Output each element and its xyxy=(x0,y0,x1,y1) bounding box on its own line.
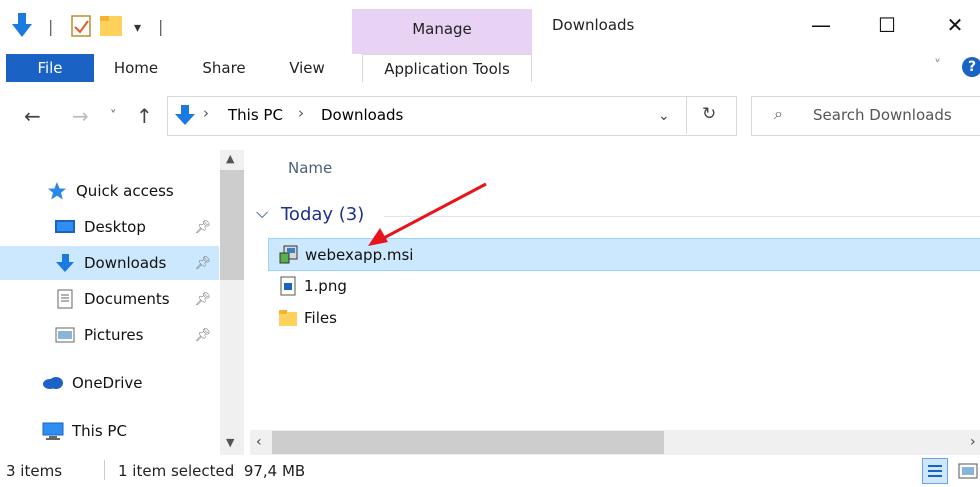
pin-icon[interactable]: 📌︎ xyxy=(194,328,211,343)
breadcrumb-separator-icon-2: › xyxy=(298,104,304,122)
tab-file[interactable]: File xyxy=(6,54,94,82)
up-arrow-icon[interactable]: ↑ xyxy=(136,104,153,128)
download-arrow-icon[interactable] xyxy=(12,13,32,37)
address-divider xyxy=(686,96,687,134)
nav-label-desktop: Desktop xyxy=(84,218,146,236)
nav-label-downloads: Downloads xyxy=(84,254,167,272)
arrow-line xyxy=(379,182,487,242)
tab-view[interactable]: View xyxy=(272,54,342,82)
window-title: Downloads xyxy=(552,16,635,34)
scroll-right-icon[interactable]: › xyxy=(970,434,976,450)
pin-icon[interactable]: 📌︎ xyxy=(194,220,211,235)
nav-label-this-pc: This PC xyxy=(72,422,127,440)
documents-icon xyxy=(54,289,76,309)
qat-icons: | ▾ | xyxy=(12,13,163,37)
nav-item-desktop[interactable]: Desktop 📌︎ xyxy=(0,210,219,244)
search-icon: ⌕ xyxy=(774,104,783,123)
cloud-icon xyxy=(42,373,64,393)
nav-scroll-thumb[interactable] xyxy=(220,170,244,280)
ribbon-collapse-icon[interactable]: ˅ xyxy=(934,58,941,74)
breadcrumb-this-pc[interactable]: This PC xyxy=(228,106,283,124)
pictures-icon xyxy=(54,325,76,345)
annotation-arrow xyxy=(368,182,487,246)
help-icon[interactable]: ? xyxy=(962,57,980,77)
qat-separator-1: | xyxy=(48,17,53,36)
column-header-name[interactable]: Name xyxy=(288,159,332,177)
close-icon: ✕ xyxy=(946,13,964,37)
close-button[interactable]: ✕ xyxy=(932,8,978,42)
tab-share[interactable]: Share xyxy=(188,54,260,82)
manage-label: Manage xyxy=(412,20,472,38)
file-name-files: Files xyxy=(304,308,337,327)
nav-item-downloads[interactable]: Downloads 📌︎ xyxy=(0,246,219,280)
horizontal-scroll-thumb[interactable] xyxy=(272,431,664,454)
breadcrumb-separator-icon: › xyxy=(203,104,209,122)
new-folder-icon[interactable] xyxy=(100,16,122,36)
nav-item-this-pc[interactable]: This PC xyxy=(0,414,219,448)
image-file-icon xyxy=(278,276,298,296)
downloads-location-icon xyxy=(174,104,196,130)
nav-label-onedrive: OneDrive xyxy=(72,374,143,392)
nav-label-documents: Documents xyxy=(84,290,170,308)
folder-icon xyxy=(278,308,298,328)
star-icon xyxy=(46,181,68,201)
refresh-icon[interactable]: ↻ xyxy=(702,104,716,124)
quick-access-toolbar: | ▾ | xyxy=(10,10,170,48)
file-row-files[interactable]: Files xyxy=(268,302,980,333)
file-row-1png[interactable]: 1.png xyxy=(268,270,980,301)
msi-installer-icon xyxy=(279,245,299,265)
breadcrumb-downloads[interactable]: Downloads xyxy=(321,106,403,124)
file-name-1png: 1.png xyxy=(304,276,347,295)
status-selection: 1 item selected 97,4 MB xyxy=(118,462,306,480)
recent-locations-icon[interactable]: ˅ xyxy=(110,109,117,124)
nav-item-documents[interactable]: Documents 📌︎ xyxy=(0,282,219,316)
downloads-icon xyxy=(54,253,76,273)
nav-item-quick-access[interactable]: Quick access xyxy=(0,174,219,208)
status-divider xyxy=(104,460,105,480)
tab-home[interactable]: Home xyxy=(100,54,172,82)
nav-item-pictures[interactable]: Pictures 📌︎ xyxy=(0,318,219,352)
forward-arrow-icon[interactable]: → xyxy=(72,104,89,128)
properties-icon[interactable] xyxy=(71,15,91,37)
maximize-icon: ☐ xyxy=(878,13,896,37)
nav-label-pictures: Pictures xyxy=(84,326,144,344)
arrow-head xyxy=(368,228,388,246)
tab-application-tools[interactable]: Application Tools xyxy=(362,54,532,83)
pin-icon[interactable]: 📌︎ xyxy=(194,256,211,271)
desktop-icon xyxy=(54,217,76,237)
nav-scroll-down-icon[interactable]: ▼ xyxy=(226,436,234,449)
address-dropdown-icon[interactable]: ⌄ xyxy=(658,108,670,124)
customize-qat-icon[interactable]: ▾ xyxy=(134,20,141,36)
large-icons-view-icon[interactable] xyxy=(956,459,980,483)
group-header-today[interactable]: Today (3) xyxy=(281,204,364,225)
pin-icon[interactable]: 📌︎ xyxy=(194,292,211,307)
minimize-icon: — xyxy=(811,13,831,37)
back-arrow-icon[interactable]: ← xyxy=(24,104,41,128)
group-collapse-icon[interactable]: ⌵ xyxy=(256,203,268,223)
scroll-left-icon[interactable]: ‹ xyxy=(256,434,262,450)
status-item-count: 3 items xyxy=(6,462,63,480)
maximize-button[interactable]: ☐ xyxy=(864,8,910,42)
search-input[interactable]: Search Downloads xyxy=(813,106,952,124)
nav-scroll-up-icon[interactable]: ▲ xyxy=(226,152,234,165)
nav-item-onedrive[interactable]: OneDrive xyxy=(0,366,219,400)
nav-label-quick-access: Quick access xyxy=(76,182,174,200)
minimize-button[interactable]: — xyxy=(798,8,844,42)
details-view-icon[interactable] xyxy=(922,458,948,484)
qat-separator-2: | xyxy=(158,17,163,36)
computer-icon xyxy=(42,421,64,441)
